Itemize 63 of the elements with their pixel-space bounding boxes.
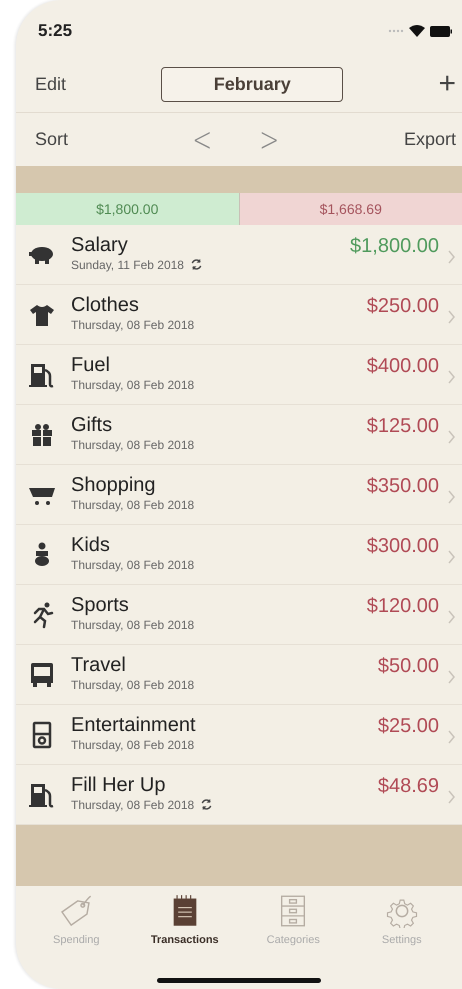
signal-icon — [388, 29, 404, 33]
transaction-row[interactable]: Shopping Thursday, 08 Feb 2018 $350.00 — [16, 465, 462, 525]
tab-bar-item[interactable]: Transactions — [130, 886, 239, 978]
transaction-name: Entertainment — [71, 714, 197, 736]
chevron-icon — [447, 308, 456, 324]
sort-button[interactable]: Sort — [35, 129, 68, 150]
transaction-amount: $120.00 — [366, 595, 439, 618]
transaction-date: Thursday, 08 Feb 2018 — [71, 498, 194, 512]
transaction-name: Salary — [71, 234, 129, 256]
edit-button[interactable]: Edit — [35, 74, 66, 94]
chevron-icon — [447, 668, 456, 684]
expense-total: $1,668.69 — [240, 193, 462, 225]
transaction-row[interactable]: Fill Her Up Thursday, 08 Feb 2018 $48.69 — [16, 765, 462, 825]
chevron-icon — [447, 488, 456, 504]
transaction-name: Sports — [71, 594, 130, 616]
chevron-icon — [447, 608, 456, 624]
transaction-row[interactable]: Clothes Thursday, 08 Feb 2018 $250.00 — [16, 285, 462, 345]
transaction-row[interactable]: Fuel Thursday, 08 Feb 2018 $400.00 — [16, 345, 462, 405]
transaction-name: Fuel — [71, 354, 111, 376]
wifi-icon — [409, 25, 425, 37]
transaction-date: Thursday, 08 Feb 2018 — [71, 618, 194, 632]
transaction-date: Thursday, 08 Feb 2018 — [71, 798, 194, 812]
chevron-icon — [447, 548, 456, 564]
transaction-amount: $50.00 — [378, 655, 439, 678]
transaction-date: Thursday, 08 Feb 2018 — [71, 438, 194, 452]
transaction-amount: $250.00 — [366, 295, 439, 318]
transaction-name: Fill Her Up — [71, 774, 166, 796]
transaction-row[interactable]: Kids Thursday, 08 Feb 2018 $300.00 — [16, 525, 462, 585]
transaction-row[interactable]: Entertainment Thursday, 08 Feb 2018 $25.00 — [16, 705, 462, 765]
transaction-date: Thursday, 08 Feb 2018 — [71, 378, 194, 392]
transaction-amount: $25.00 — [378, 715, 439, 738]
transaction-date: Sunday, 11 Feb 2018 — [71, 258, 184, 272]
transaction-amount: $400.00 — [366, 355, 439, 378]
transaction-name: Clothes — [71, 294, 140, 316]
chevron-icon — [447, 788, 456, 804]
transaction-row[interactable]: Travel Thursday, 08 Feb 2018 $50.00 — [16, 645, 462, 705]
transaction-amount: $1,800.00 — [350, 235, 439, 258]
export-button[interactable]: Export — [404, 129, 456, 150]
chevron-icon — [447, 368, 456, 384]
transaction-date: Thursday, 08 Feb 2018 — [71, 738, 194, 752]
income-total: $1,800.00 — [16, 193, 240, 225]
transaction-name: Gifts — [71, 414, 114, 436]
battery-icon — [430, 26, 452, 36]
transaction-amount: $125.00 — [366, 415, 439, 438]
transaction-date: Thursday, 08 Feb 2018 — [71, 318, 194, 332]
transaction-name: Travel — [71, 654, 127, 676]
transaction-row[interactable]: Sports Thursday, 08 Feb 2018 $120.00 — [16, 585, 462, 645]
transaction-row[interactable]: Salary Sunday, 11 Feb 2018 $1,800.00 — [16, 225, 462, 285]
chevron-icon — [447, 428, 456, 444]
transaction-date: Thursday, 08 Feb 2018 — [71, 558, 194, 572]
transaction-amount: $48.69 — [378, 775, 439, 798]
add-button[interactable]: + — [438, 67, 456, 101]
chevron-icon — [447, 728, 456, 744]
transaction-row[interactable]: Gifts Thursday, 08 Feb 2018 $125.00 — [16, 405, 462, 465]
transaction-name: Kids — [71, 534, 111, 556]
transaction-name: Shopping — [71, 474, 157, 496]
month-button[interactable]: February — [161, 66, 344, 102]
status-time: 5:25 — [38, 21, 72, 41]
transaction-amount: $300.00 — [366, 535, 439, 558]
transaction-date: Thursday, 08 Feb 2018 — [71, 678, 194, 692]
price-tag-icon — [59, 894, 94, 928]
chevron-icon — [447, 248, 456, 264]
transaction-amount: $350.00 — [366, 475, 439, 498]
